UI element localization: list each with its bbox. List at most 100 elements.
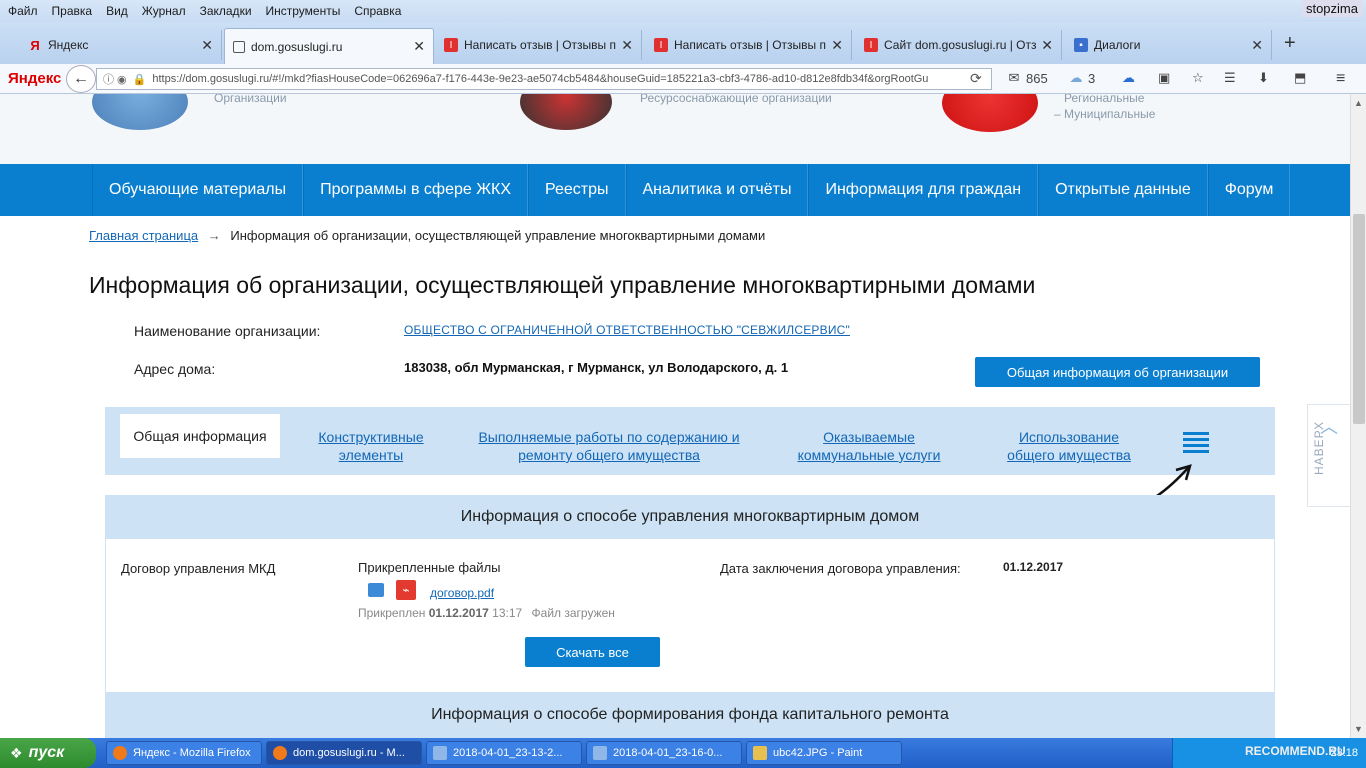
task-firefox-yandex[interactable]: Яндекс - Mozilla Firefox	[106, 741, 262, 765]
chat-icon: ▪	[1074, 38, 1088, 52]
close-icon[interactable]: ✕	[413, 38, 425, 55]
tab-label: общего имущества	[1007, 447, 1131, 463]
nav-training-materials[interactable]: Обучающие материалы	[92, 164, 304, 216]
hamburger-menu-icon[interactable]: ≡	[1336, 70, 1345, 88]
tab-label: dom.gosuslugi.ru	[251, 39, 343, 54]
reader-icon[interactable]: ☰	[1224, 70, 1236, 86]
menu-file[interactable]: Файл	[8, 4, 38, 18]
scrollbar-thumb[interactable]	[1353, 214, 1365, 424]
tab-common-property-usage[interactable]: Использование общего имущества	[995, 428, 1143, 464]
file-link-contract[interactable]: договор.pdf	[430, 586, 494, 600]
scroll-to-top-button[interactable]: ︿ НАВЕРХ	[1307, 404, 1350, 507]
tab-review-1[interactable]: I Написать отзыв | Отзывы п... ✕	[436, 30, 642, 60]
menu-history[interactable]: Журнал	[142, 4, 186, 18]
task-firefox-gosuslugi[interactable]: dom.gosuslugi.ru - M...	[266, 741, 422, 765]
page-icon	[233, 40, 245, 53]
hero-image-center	[520, 94, 612, 130]
house-info-tabs: Общая информация Конструктивные элементы…	[105, 407, 1275, 475]
yandex-logo: Яндекс	[8, 70, 62, 87]
task-label: dom.gosuslugi.ru - M...	[293, 747, 405, 759]
task-label: Яндекс - Mozilla Firefox	[133, 747, 251, 759]
tab-gosuslugi[interactable]: dom.gosuslugi.ru ✕	[224, 28, 434, 64]
menu-edit[interactable]: Правка	[52, 4, 93, 18]
contract-date-label: Дата заключения договора управления:	[720, 561, 961, 576]
org-info-button[interactable]: Общая информация об организации	[975, 357, 1260, 387]
mail-widget[interactable]: ✉ 865	[1006, 70, 1048, 86]
attached-time: 13:17	[492, 606, 523, 620]
scroll-up-icon[interactable]: ▲	[1354, 98, 1363, 108]
attached-status: Файл загружен	[531, 606, 615, 620]
task-label: 2018-04-01_23-16-0...	[613, 747, 723, 759]
close-icon[interactable]: ✕	[1041, 37, 1053, 54]
menu-view[interactable]: Вид	[106, 4, 128, 18]
address-value: 183038, обл Мурманская, г Мурманск, ул В…	[404, 360, 789, 375]
close-icon[interactable]: ✕	[1251, 37, 1263, 54]
breadcrumb-separator: →	[207, 228, 221, 243]
yandex-icon: Я	[30, 37, 40, 53]
tab-label: Выполняемые работы по содержанию и	[478, 429, 740, 445]
tab-general-info[interactable]: Общая информация	[120, 414, 280, 458]
menu-tools[interactable]: Инструменты	[266, 4, 341, 18]
tab-yandex[interactable]: Я Яндекс ✕	[20, 30, 222, 60]
mail-icon: ✉	[1008, 70, 1020, 85]
task-image-2[interactable]: 2018-04-01_23-16-0...	[586, 741, 742, 765]
weather-widget[interactable]: ☁ 3	[1068, 70, 1096, 86]
tab-maintenance-works[interactable]: Выполняемые работы по содержанию и ремон…	[467, 428, 751, 464]
pocket-icon[interactable]: ⬒	[1294, 70, 1306, 86]
breadcrumb: Главная страница → Информация об организ…	[89, 228, 765, 243]
attachment-icons: ⌁	[368, 580, 416, 600]
signature-icon[interactable]	[368, 583, 384, 597]
close-icon[interactable]: ✕	[201, 37, 213, 54]
attached-files-label: Прикрепленные файлы	[358, 560, 501, 575]
weather-value: 3	[1088, 70, 1096, 86]
paint-icon	[753, 746, 767, 760]
task-paint[interactable]: ubc42.JPG - Paint	[746, 741, 902, 765]
windows-logo-icon: ❖	[10, 744, 23, 761]
screenshot-icon[interactable]: ▣	[1158, 70, 1170, 86]
tab-constructive-elements[interactable]: Конструктивные элементы	[301, 428, 441, 464]
url-bar[interactable]: ⓘ ◉ 🔒 https://dom.gosuslugi.ru/#!/mkd?fi…	[96, 68, 992, 90]
bookmark-star-icon[interactable]: ☆	[1192, 70, 1204, 86]
tab-label: Яндекс	[48, 38, 89, 52]
attachment-meta: Прикреплен 01.12.2017 13:17 Файл загруже…	[358, 606, 615, 620]
hero-image-left	[92, 94, 188, 130]
disk-icon[interactable]: ☁	[1122, 70, 1135, 86]
org-name-link[interactable]: ОБЩЕСТВО С ОГРАНИЧЕННОЙ ОТВЕТСТВЕННОСТЬЮ…	[404, 323, 850, 337]
nav-open-data[interactable]: Открытые данные	[1038, 164, 1208, 216]
breadcrumb-home-link[interactable]: Главная страница	[89, 228, 198, 243]
nav-housing-programs[interactable]: Программы в сфере ЖКХ	[303, 164, 528, 216]
hero-caption-right-2: – Муниципальные	[1054, 107, 1156, 121]
tab-review-3[interactable]: I Сайт dom.gosuslugi.ru | Отз... ✕	[856, 30, 1062, 60]
new-tab-button[interactable]: +	[1284, 32, 1296, 55]
reload-icon[interactable]: ⟳	[970, 70, 982, 87]
tab-utility-services[interactable]: Оказываемые коммунальные услуги	[785, 428, 953, 464]
page-title: Информация об организации, осуществляюще…	[89, 272, 1036, 298]
scroll-down-icon[interactable]: ▼	[1354, 724, 1363, 734]
task-image-1[interactable]: 2018-04-01_23-13-2...	[426, 741, 582, 765]
close-icon[interactable]: ✕	[831, 37, 843, 54]
nav-citizen-info[interactable]: Информация для граждан	[808, 164, 1039, 216]
tab-dialogs[interactable]: ▪ Диалоги ✕	[1066, 30, 1272, 60]
contract-label: Договор управления МКД	[121, 561, 276, 576]
download-icon[interactable]: ⬇	[1258, 70, 1269, 86]
menu-bookmarks[interactable]: Закладки	[200, 4, 252, 18]
tab-label: Написать отзыв | Отзывы п...	[464, 38, 618, 52]
nav-analytics[interactable]: Аналитика и отчёты	[625, 164, 809, 216]
system-tray: RECOMMEND.RU 23:18	[1172, 738, 1366, 768]
hero-caption-center: Ресурсоснабжающие организации	[640, 94, 832, 105]
close-icon[interactable]: ✕	[621, 37, 633, 54]
page-content: Организации Ресурсоснабжающие организаци…	[0, 94, 1350, 738]
info-icon[interactable]: ⓘ ◉	[103, 71, 127, 87]
download-all-button[interactable]: Скачать все	[525, 637, 660, 667]
more-tabs-menu-icon[interactable]	[1183, 432, 1209, 454]
back-button[interactable]: ←	[66, 65, 96, 93]
attached-date: 01.12.2017	[428, 606, 489, 620]
nav-forum[interactable]: Форум	[1207, 164, 1291, 216]
nav-registries[interactable]: Реестры	[528, 164, 626, 216]
start-button[interactable]: ❖ пуск	[0, 738, 96, 768]
lock-icon: 🔒	[132, 73, 147, 86]
menu-help[interactable]: Справка	[354, 4, 401, 18]
tab-review-2[interactable]: I Написать отзыв | Отзывы п... ✕	[646, 30, 852, 60]
hero-banner: Организации Ресурсоснабжающие организаци…	[0, 94, 1350, 164]
page-scrollbar[interactable]: ▲ ▼	[1350, 94, 1366, 738]
